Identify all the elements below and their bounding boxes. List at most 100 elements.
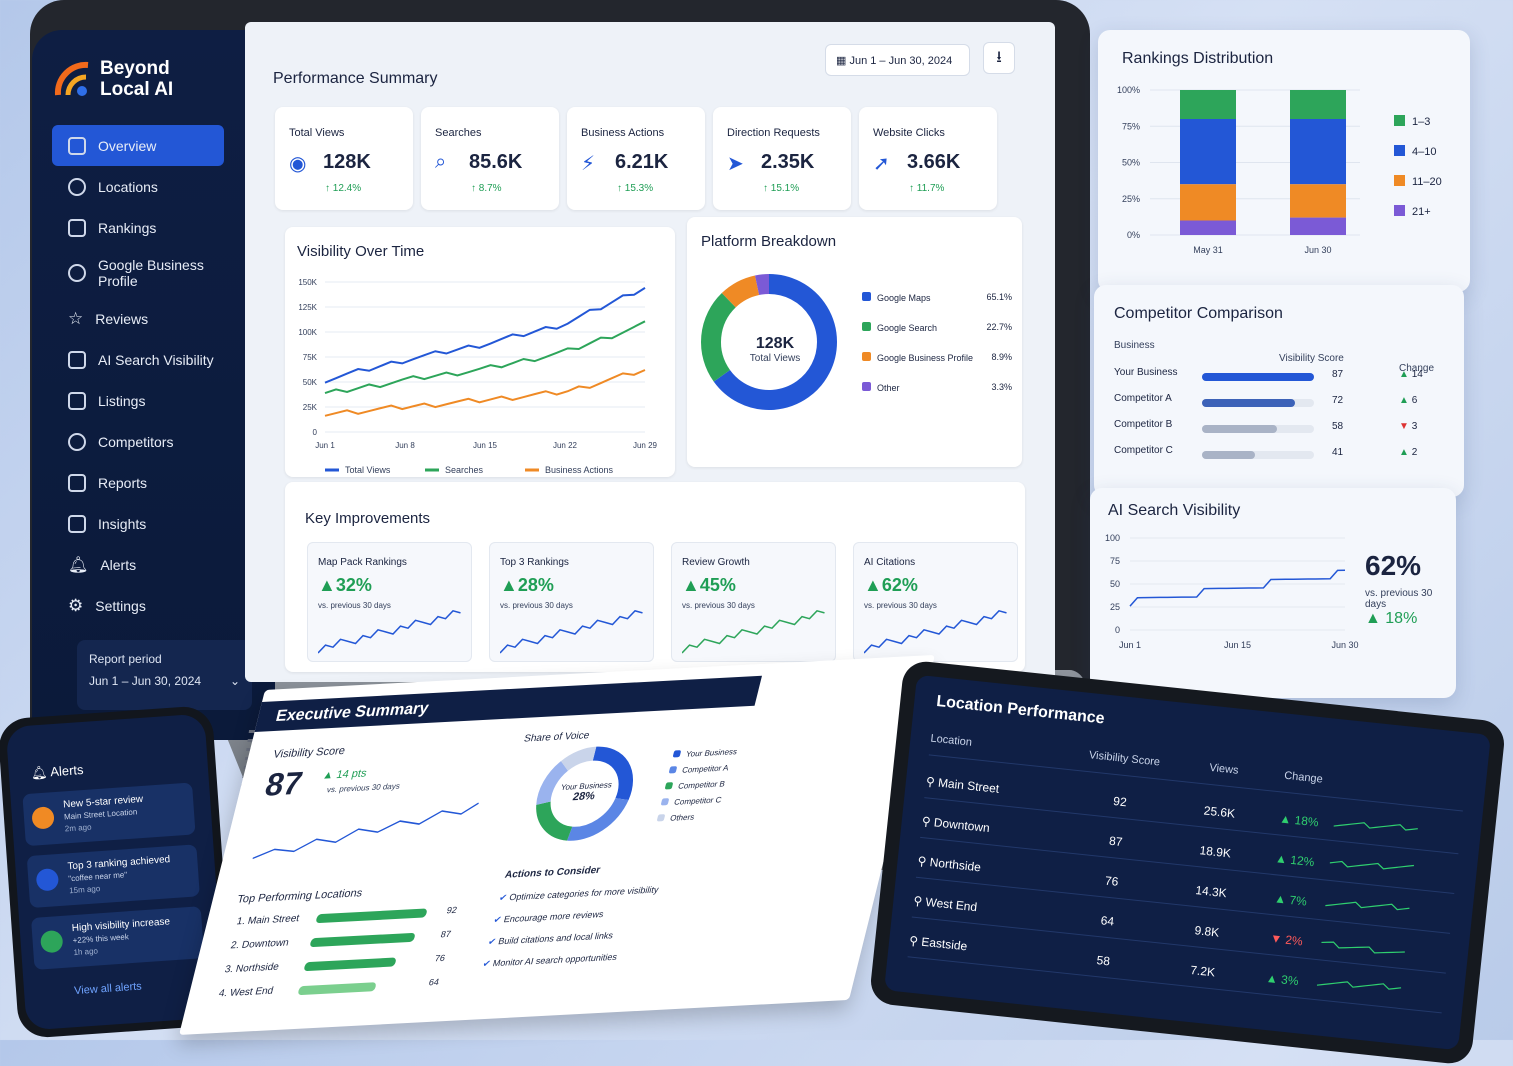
y-tick-label: 100% xyxy=(1117,85,1140,95)
up-arrow-icon: ▲ xyxy=(864,575,882,595)
sidebar-item-listings[interactable]: Listings xyxy=(52,380,224,421)
legend-swatch xyxy=(656,814,666,822)
sidebar-item-ai-visibility[interactable]: AI Search Visibility xyxy=(52,339,224,380)
alert-item[interactable]: New 5-star review Main Street Location 2m … xyxy=(22,782,196,847)
legend-swatch xyxy=(668,766,678,774)
change-value: 2% xyxy=(1284,932,1304,948)
legend-swatch xyxy=(862,352,871,361)
y-tick-label: 25% xyxy=(1122,194,1140,204)
series-line xyxy=(324,287,646,384)
kpi-card: Searches ⌕ 85.6K ↑ 8.7% xyxy=(421,107,559,210)
action-text: Build citations and local links xyxy=(497,930,615,947)
kpi-delta-value: 15.3% xyxy=(624,183,654,194)
visibility-chart-title: Visibility Over Time xyxy=(297,243,425,260)
change-value: 2 xyxy=(1411,447,1418,458)
sidebar-item-locations[interactable]: Locations xyxy=(52,166,224,207)
kpi-delta-value: 12.4% xyxy=(332,183,362,194)
download-button[interactable]: ⭳ xyxy=(983,42,1015,74)
sov-legend-item: Others xyxy=(655,808,723,827)
actions-title: Actions to Consider xyxy=(503,864,602,881)
up-arrow-icon: ▲ xyxy=(1399,369,1412,380)
legend-swatch xyxy=(1394,205,1405,216)
platform-title: Platform Breakdown xyxy=(701,233,837,250)
location-name: Main Street xyxy=(937,775,1000,796)
dashboard-screen: Performance Summary ▦ Jun 1 – Jun 30, 20… xyxy=(245,22,1055,682)
sidebar-item-alerts[interactable]: 🔔︎ Alerts xyxy=(52,544,224,585)
sidebar-item-settings[interactable]: ⚙ Settings xyxy=(52,585,224,626)
change-value: 18% xyxy=(1293,812,1320,829)
kpi-value: 85.6K xyxy=(469,151,523,173)
action-item: ✔ Optimize categories for more visibilit… xyxy=(498,884,660,903)
kpi-delta-value: 8.7% xyxy=(478,183,502,194)
sidebar-item-reports[interactable]: Reports xyxy=(52,462,224,503)
ai-icon xyxy=(68,350,86,369)
y-tick-label: 0% xyxy=(1127,230,1140,240)
alert-item[interactable]: Top 3 ranking achieved "coffee near me" 15… xyxy=(26,844,200,909)
x-tick-label: Jun 1 xyxy=(315,441,335,450)
up-arrow-icon: ▲ xyxy=(1273,890,1291,907)
legend-swatch xyxy=(672,750,682,758)
sidebar-item-label: Rankings xyxy=(98,219,157,236)
sidebar-item-gbp[interactable]: Google Business Profile xyxy=(52,248,224,298)
calendar-icon: ▦ xyxy=(836,55,850,67)
kpi-label: Searches xyxy=(435,127,482,139)
competitor-change: ▲ 2 xyxy=(1399,447,1417,458)
page-title: Performance Summary xyxy=(273,70,438,87)
sidebar-item-insights[interactable]: Insights xyxy=(52,503,224,544)
change-cell: ▲ 7% xyxy=(1255,889,1326,910)
rankings-chart: 100% 75% 50% 25% 0% May 31 Jun 30 1–3 4–10 11–20 2… xyxy=(1117,85,1442,255)
platform-legend-item: Other 3.3% xyxy=(862,382,1012,393)
up-arrow-icon: ▲ xyxy=(1365,610,1386,627)
bell-icon: 🔔︎ xyxy=(30,764,51,781)
date-range-picker[interactable]: ▦ Jun 1 – Jun 30, 2024 xyxy=(825,44,970,76)
competitor-name: Your Business xyxy=(1114,367,1178,378)
legend-swatch xyxy=(1394,115,1405,126)
up-arrow-icon: ▲ xyxy=(1399,447,1412,458)
ai-visibility-line xyxy=(1129,569,1346,607)
competitor-change: ▼ 3 xyxy=(1399,421,1417,432)
improvement-sparkline xyxy=(500,609,643,654)
sidebar-item-label: Insights xyxy=(98,515,147,532)
report-period-select[interactable]: Report period Jun 1 – Jun 30, 2024 ⌄ xyxy=(77,640,252,710)
up-arrow-icon: ▲ xyxy=(682,575,700,595)
kpi-delta: ↑ 15.1% xyxy=(763,183,800,194)
star-icon xyxy=(31,806,55,830)
top-location-name: 4. West End xyxy=(217,985,275,1000)
competitor-name: Competitor B xyxy=(1114,419,1173,430)
y-tick-label: 50K xyxy=(303,378,318,387)
sidebar-item-competitors[interactable]: Competitors xyxy=(52,421,224,462)
kpi-value: 128K xyxy=(323,151,371,173)
stacked-bar-segment xyxy=(1180,220,1236,235)
y-tick-label: 75 xyxy=(1110,556,1120,566)
tablet-frame: Location Performance Location Visibility… xyxy=(868,659,1507,1066)
score-bar-fill xyxy=(1202,425,1277,433)
visibility-chart-card: Visibility Over Time 150K 125K 100K 75K 50K 2… xyxy=(285,227,675,477)
stacked-bar-segment xyxy=(1290,217,1346,235)
x-tick-label: Jun 15 xyxy=(473,441,498,450)
change-value: 6 xyxy=(1411,395,1418,406)
sidebar-item-label: Settings xyxy=(95,597,146,614)
top-location-bar xyxy=(309,932,417,948)
sidebar: Beyond Local AI Overview Locations Rankin… xyxy=(32,30,275,740)
sidebar-item-reviews[interactable]: ☆ Reviews xyxy=(52,298,224,339)
sidebar-item-rankings[interactable]: Rankings xyxy=(52,207,224,248)
bolt-icon: ⚡︎ xyxy=(581,153,596,175)
x-tick-label: Jun 30 xyxy=(1304,245,1331,255)
improvement-card: Map Pack Rankings ▲32% vs. previous 30 day… xyxy=(307,542,472,662)
view-all-alerts-link[interactable]: View all alerts xyxy=(74,980,142,997)
location-name: Downtown xyxy=(933,814,991,835)
donut-center-label: Total Views xyxy=(749,353,801,364)
competitor-score: 72 xyxy=(1332,395,1344,406)
improvements-card: Key Improvements Map Pack Rankings ▲32% vs… xyxy=(285,482,1025,672)
change-cell: ▲ 12% xyxy=(1259,849,1330,870)
location-name: Northside xyxy=(929,854,982,874)
top-location-value: 76 xyxy=(433,952,447,964)
alert-item[interactable]: High visibility increase +22% this week 1h… xyxy=(31,906,205,970)
series-line xyxy=(324,369,646,417)
list-icon xyxy=(68,391,86,410)
exec-score: 87 xyxy=(261,764,307,803)
location-cell: ⚲ Downtown xyxy=(921,814,1062,843)
bar-chart-icon xyxy=(68,218,86,237)
platform-legend-item: Google Maps 65.1% xyxy=(862,292,1012,303)
sidebar-item-overview[interactable]: Overview xyxy=(52,125,224,166)
